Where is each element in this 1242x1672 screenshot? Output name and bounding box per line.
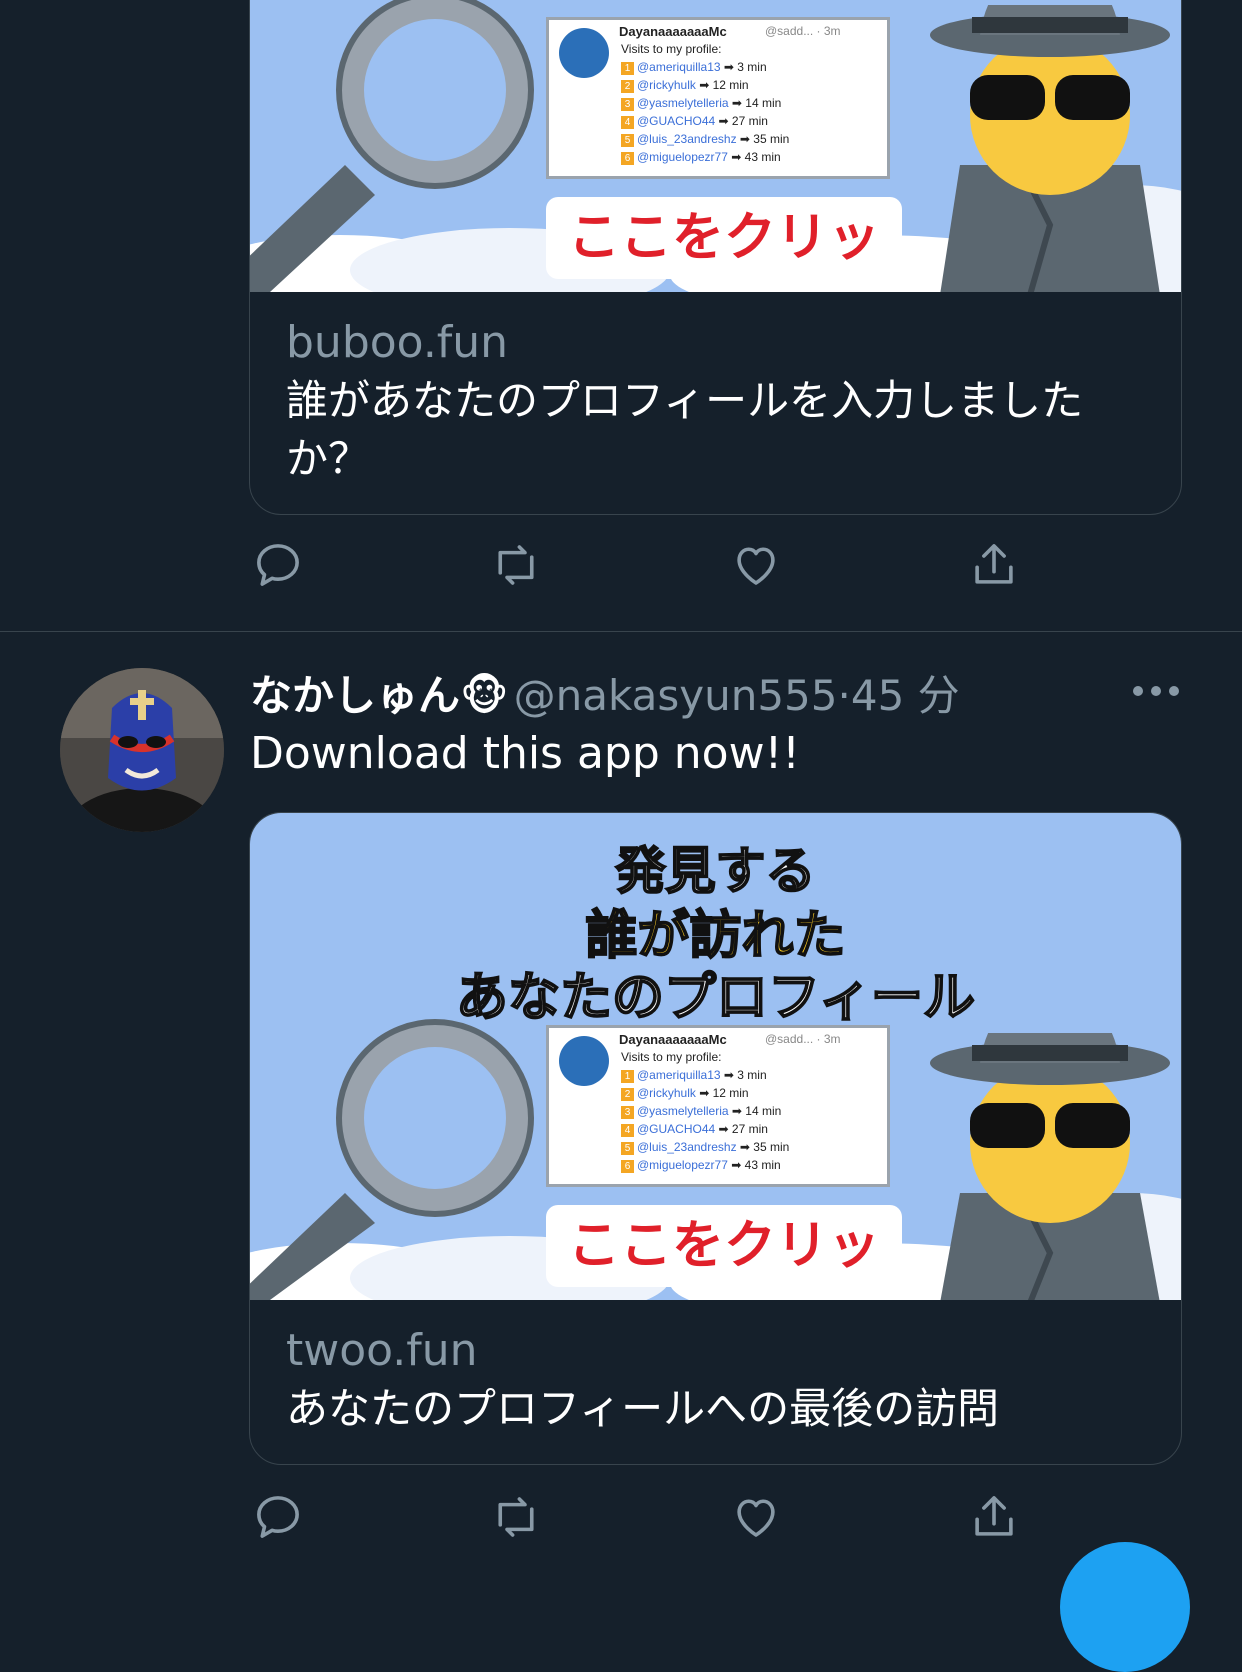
card-image-click-button: ここをクリック <box>546 197 902 292</box>
retweet-button[interactable] <box>489 538 549 598</box>
user-handle[interactable]: @nakasyun555 <box>514 671 838 720</box>
card-image-click-button: ここをクリック <box>546 1205 902 1300</box>
panel-row: 4 @GUACHO44 ➡ 27 min <box>621 114 768 129</box>
card-image-heading-3: あなたのプロフィール <box>455 967 976 1029</box>
tweet-1[interactable]: DayanaaaaaaaMc @sadd... · 3m Visits to m… <box>0 0 1242 632</box>
panel-row: 6 @miguelopezr77 ➡ 43 min <box>621 1158 781 1173</box>
separator: · <box>837 671 851 720</box>
card-body[interactable]: buboo.fun 誰があなたのプロフィールを入力しましたか？ <box>250 292 1181 514</box>
panel-avatar <box>559 1036 609 1086</box>
tweet-actions <box>249 538 1049 598</box>
avatar[interactable] <box>60 668 224 832</box>
more-icon <box>1133 686 1179 696</box>
like-button[interactable] <box>729 538 789 598</box>
panel-row: 6 @miguelopezr77 ➡ 43 min <box>621 150 781 165</box>
panel-row: 1 @ameriquilla13 ➡ 3 min <box>621 60 767 75</box>
panel-row: 1 @ameriquilla13 ➡ 3 min <box>621 1068 767 1083</box>
card-image[interactable]: 発見する 誰が訪れた あなたのプロフィール DayanaaaaaaaMc @sa… <box>250 813 1181 1300</box>
panel-row: 3 @yasmelytelleria ➡ 14 min <box>621 96 781 111</box>
compose-tweet-button[interactable] <box>1060 1542 1190 1672</box>
tweet-2[interactable]: なかしゅん🐵 @nakasyun555·45 分 Download this a… <box>0 632 1242 1564</box>
like-button[interactable] <box>729 1490 789 1550</box>
panel-row: 3 @yasmelytelleria ➡ 14 min <box>621 1104 781 1119</box>
panel-row: 2 @rickyhulk ➡ 12 min <box>621 1086 749 1101</box>
share-icon <box>975 544 1013 584</box>
panel-intro: Visits to my profile: <box>621 42 722 56</box>
panel-row: 2 @rickyhulk ➡ 12 min <box>621 78 749 93</box>
reply-icon <box>257 1496 299 1538</box>
panel-name: DayanaaaaaaaMc <box>619 1032 727 1047</box>
panel-name: DayanaaaaaaaMc <box>619 24 727 39</box>
card-body[interactable]: twoo.fun あなたのプロフィールへの最後の訪問 <box>250 1300 1181 1464</box>
share-icon <box>975 1496 1013 1536</box>
retweet-icon <box>498 545 534 585</box>
card-domain: buboo.fun <box>286 317 509 368</box>
timestamp[interactable]: 45 分 <box>851 671 960 720</box>
display-name[interactable]: なかしゅん🐵 <box>250 671 509 720</box>
panel-meta: @sadd... · 3m <box>765 1032 841 1046</box>
more-button[interactable] <box>1128 676 1188 706</box>
card-title: あなたのプロフィールへの最後の訪問 <box>286 1384 1000 1433</box>
tweet-actions <box>249 1490 1049 1550</box>
reply-button[interactable] <box>251 538 311 598</box>
panel-row: 5 @luis_23andreshz ➡ 35 min <box>621 1140 789 1155</box>
avatar-image <box>60 668 224 832</box>
tweet-text: Download this app now!! <box>250 728 800 779</box>
card-title: 誰があなたのプロフィールを入力しましたか？ <box>286 376 1084 483</box>
link-card[interactable]: 発見する 誰が訪れた あなたのプロフィール DayanaaaaaaaMc @sa… <box>249 812 1182 1465</box>
spy-illustration <box>930 1033 1170 1300</box>
card-image[interactable]: DayanaaaaaaaMc @sadd... · 3m Visits to m… <box>250 0 1181 292</box>
card-image-panel: DayanaaaaaaaMc @sadd... · 3m Visits to m… <box>546 1025 890 1187</box>
panel-meta: @sadd... · 3m <box>765 24 841 38</box>
panel-intro: Visits to my profile: <box>621 1050 722 1064</box>
retweet-button[interactable] <box>489 1490 549 1550</box>
share-button[interactable] <box>967 538 1027 598</box>
share-button[interactable] <box>967 1490 1027 1550</box>
card-domain: twoo.fun <box>286 1325 478 1376</box>
reply-icon <box>257 544 299 586</box>
heart-icon <box>737 547 775 585</box>
spy-illustration <box>930 5 1170 292</box>
reply-button[interactable] <box>251 1490 311 1550</box>
card-image-panel: DayanaaaaaaaMc @sadd... · 3m Visits to m… <box>546 17 890 179</box>
retweet-icon <box>498 1497 534 1537</box>
heart-icon <box>737 1499 775 1537</box>
link-card[interactable]: DayanaaaaaaaMc @sadd... · 3m Visits to m… <box>249 0 1182 515</box>
panel-row: 5 @luis_23andreshz ➡ 35 min <box>621 132 789 147</box>
panel-avatar <box>559 28 609 78</box>
tweet-header: なかしゅん🐵 @nakasyun555·45 分 <box>250 662 960 722</box>
panel-row: 4 @GUACHO44 ➡ 27 min <box>621 1122 768 1137</box>
